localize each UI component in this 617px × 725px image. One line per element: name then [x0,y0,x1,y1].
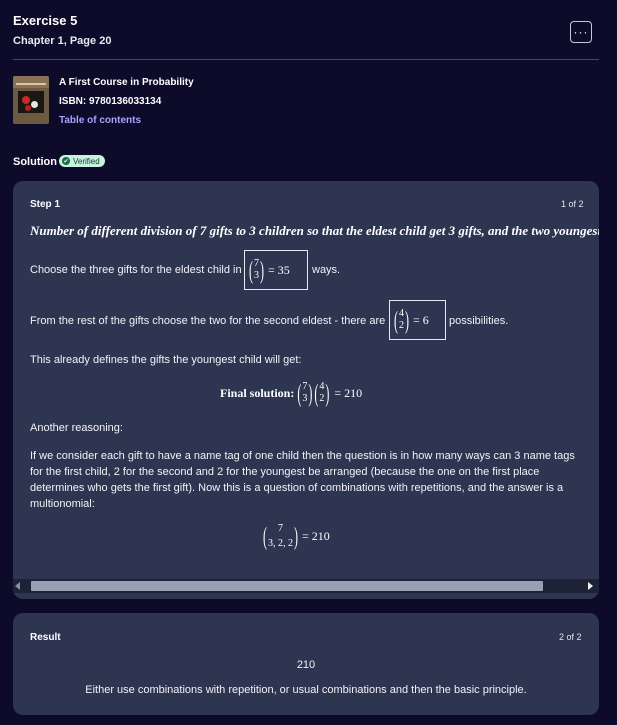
result-label: Result [30,632,61,643]
header-divider [13,59,599,60]
binom-n: 7 [254,258,259,269]
verified-badge: ✔ Verified [59,155,105,167]
line1-after: ways. [312,264,341,276]
result-card: Result 2 of 2 210 Either use combination… [13,613,599,715]
multinomial-n: 7 [278,523,283,534]
result-text: Either use combinations with repetition,… [85,684,527,696]
step-count: 1 of 2 [561,199,584,209]
step-intro: Number of different division of 7 gifts … [30,223,599,238]
page-title: Exercise 5 [13,13,78,28]
line1-text: Choose the three gifts for the eldest ch… [30,264,242,276]
final-result: = 210 [334,385,363,400]
binom-n: 4 [399,308,404,319]
binom-result: = 6 [413,312,429,327]
book-isbn: ISBN: 9780136033134 [59,96,162,107]
step-card: Step 1 1 of 2 Number of different divisi… [13,181,599,599]
final-label: Final solution: [220,385,295,400]
line2-after: possibilities. [449,315,509,327]
step-label: Step 1 [30,199,61,210]
verified-label: Verified [73,156,100,166]
multinomial-formula: ( 7 3, 2, 2 ) = 210 [263,521,330,551]
horizontal-scrollbar[interactable] [13,579,599,593]
solution-heading: Solution [13,156,57,168]
check-icon: ✔ [62,157,70,165]
book-cover-image[interactable] [13,76,49,124]
more-icon: ··· [573,25,589,39]
more-options-button[interactable]: ··· [570,21,592,43]
binom-n: 7 [302,381,308,392]
result-value: 210 [296,659,316,671]
multinomial-result: = 210 [302,528,330,543]
scroll-right-arrow-icon[interactable] [588,582,593,590]
scrollbar-thumb[interactable] [31,581,543,591]
binom-n: 4 [319,381,325,392]
multinomial-k: 3, 2, 2 [268,538,293,549]
line3-text: This already defines the gifts the young… [30,354,302,366]
line2-text: From the rest of the gifts choose the tw… [30,315,386,327]
page-subtitle: Chapter 1, Page 20 [13,35,112,47]
binomial-7-3-box: ( 73 ) = 35 [244,250,308,290]
book-title: A First Course in Probability [59,77,194,88]
result-count: 2 of 2 [559,632,582,642]
final-solution: Final solution: ( 73 ) ( 42 ) = 210 [220,378,363,408]
binomial-4-2-box: ( 42 ) = 6 [389,300,446,340]
binom-k: 2 [399,320,404,331]
binom-k: 3 [302,393,308,404]
reasoning-paragraph: If we consider each gift to have a name … [30,450,575,510]
another-reasoning-label: Another reasoning: [30,422,123,434]
scroll-left-arrow-icon[interactable] [15,582,20,590]
binom-result: = 35 [268,262,290,277]
binom-k: 3 [254,270,259,281]
table-of-contents-link[interactable]: Table of contents [59,115,141,126]
binom-k: 2 [319,393,325,404]
